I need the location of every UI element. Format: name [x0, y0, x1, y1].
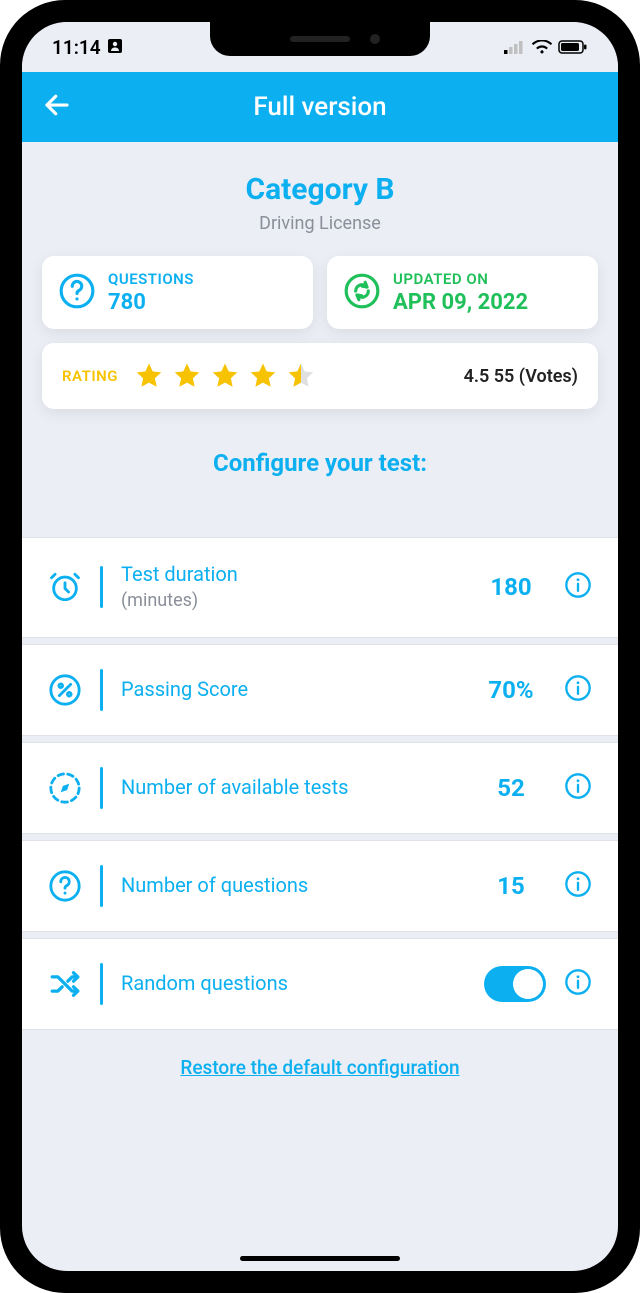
restore-default-link[interactable]: Restore the default configuration [42, 1056, 598, 1079]
duration-label: Test duration (minutes) [121, 562, 458, 613]
refresh-circle-icon [343, 272, 381, 314]
clock-icon [48, 570, 82, 604]
configure-title: Configure your test: [42, 449, 598, 477]
cellular-icon [504, 36, 526, 59]
star-icon [210, 361, 240, 391]
passing-label: Passing Score [121, 677, 458, 702]
content-area: Category B Driving License QUESTIONS 780 [22, 142, 618, 1079]
info-icon[interactable] [564, 772, 592, 804]
info-icon[interactable] [564, 968, 592, 1000]
random-label: Random questions [121, 971, 466, 996]
category-subtitle: Driving License [42, 213, 598, 234]
rating-card: RATING 4.5 55 (Votes) [42, 343, 598, 409]
duration-label-sub: (minutes) [121, 590, 198, 611]
updated-value: APR 09, 2022 [393, 290, 528, 315]
questions-row-value: 15 [476, 872, 546, 900]
questions-label: QUESTIONS [108, 270, 194, 288]
speaker-slot [290, 36, 350, 42]
divider [100, 767, 103, 809]
passing-value: 70% [476, 676, 546, 704]
person-card-icon [107, 36, 123, 59]
info-cards-row: QUESTIONS 780 UPDATED ON APR 09, 2022 [42, 256, 598, 329]
duration-label-main: Test duration [121, 562, 238, 586]
home-indicator[interactable] [240, 1256, 400, 1261]
questions-value: 780 [108, 290, 194, 315]
back-arrow-icon[interactable] [42, 90, 72, 124]
tests-value: 52 [476, 774, 546, 802]
config-row-questions[interactable]: Number of questions 15 [22, 840, 618, 932]
front-camera [370, 34, 380, 44]
header-title: Full version [253, 92, 386, 122]
star-icon [172, 361, 202, 391]
rating-stars [134, 361, 448, 391]
config-row-passing[interactable]: Passing Score 70% [22, 644, 618, 736]
info-icon[interactable] [564, 870, 592, 902]
phone-frame: 11:14 Full version [0, 0, 640, 1293]
updated-label: UPDATED ON [393, 270, 528, 288]
star-icon [134, 361, 164, 391]
questions-row-label: Number of questions [121, 873, 458, 898]
question-circle-icon [58, 272, 96, 314]
rating-text: 4.5 55 (Votes) [464, 366, 578, 387]
divider [100, 865, 103, 907]
info-icon[interactable] [564, 674, 592, 706]
status-time: 11:14 [52, 36, 101, 59]
question-circle-icon [48, 869, 82, 903]
star-half-icon [286, 361, 316, 391]
status-left: 11:14 [52, 36, 123, 59]
notch [210, 22, 430, 56]
category-title: Category B [42, 172, 598, 207]
info-icon[interactable] [564, 571, 592, 603]
config-list: Test duration (minutes) 180 Passing Scor… [22, 537, 618, 1030]
compass-dashed-icon [48, 771, 82, 805]
toggle-knob [513, 969, 543, 999]
divider [100, 963, 103, 1005]
duration-value: 180 [476, 573, 546, 601]
config-row-random[interactable]: Random questions [22, 938, 618, 1030]
random-toggle[interactable] [484, 966, 546, 1002]
status-right [504, 36, 588, 59]
wifi-icon [532, 36, 552, 59]
percent-circle-icon [48, 673, 82, 707]
config-row-tests[interactable]: Number of available tests 52 [22, 742, 618, 834]
tests-label: Number of available tests [121, 775, 458, 800]
config-row-duration[interactable]: Test duration (minutes) 180 [22, 537, 618, 638]
star-icon [248, 361, 278, 391]
questions-card: QUESTIONS 780 [42, 256, 313, 329]
app-header: Full version [22, 72, 618, 142]
screen: 11:14 Full version [22, 22, 618, 1271]
rating-label: RATING [62, 367, 118, 385]
divider [100, 566, 103, 608]
divider [100, 669, 103, 711]
updated-card: UPDATED ON APR 09, 2022 [327, 256, 598, 329]
battery-icon [558, 36, 588, 59]
shuffle-icon [48, 967, 82, 1001]
